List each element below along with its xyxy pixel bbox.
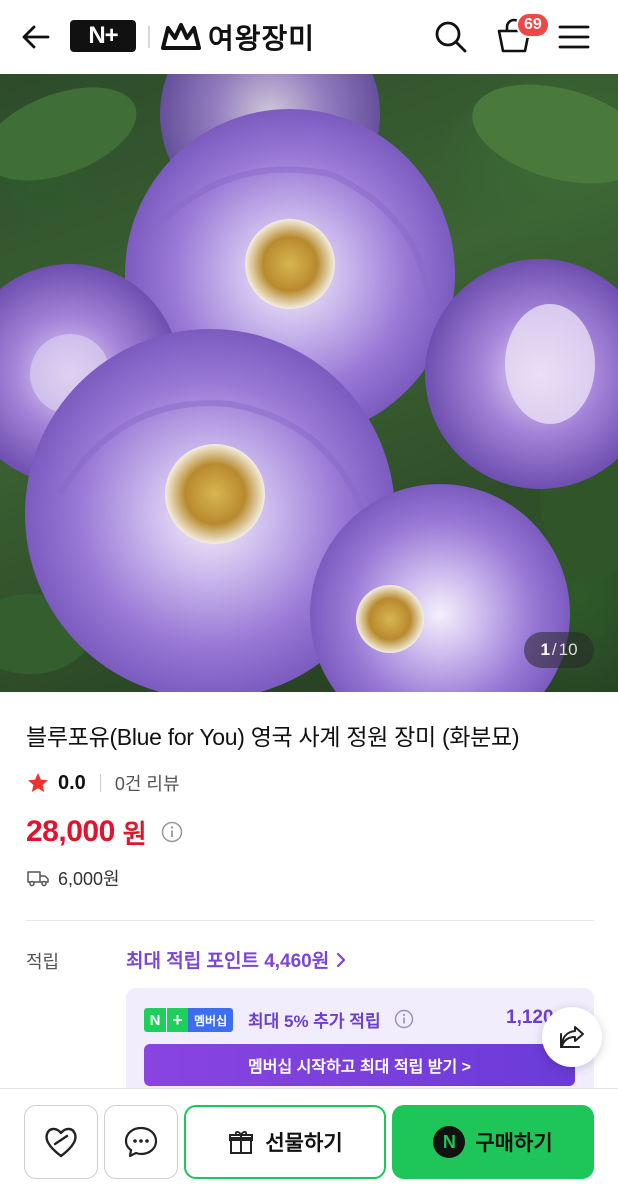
- image-counter-separator: /: [551, 640, 557, 659]
- membership-rate: 최대 5% 추가 적립: [248, 1012, 381, 1031]
- rose-photo: [0, 74, 618, 692]
- search-icon[interactable]: [432, 18, 470, 56]
- crown-icon: [161, 23, 201, 50]
- naver-plus-logo[interactable]: N+: [70, 20, 136, 52]
- shipping-fee: 6,000원: [58, 869, 120, 889]
- plus-icon: +: [166, 1008, 188, 1032]
- rating-value: 0.0: [58, 771, 86, 794]
- image-counter: 1 / 10: [524, 632, 594, 668]
- back-arrow-icon[interactable]: [18, 20, 54, 54]
- top-header: N+ 여왕장미 69: [0, 0, 618, 74]
- rating-divider: [99, 774, 101, 792]
- price-row: 28,000 원: [26, 810, 183, 854]
- store-logo[interactable]: 여왕장미: [160, 18, 315, 56]
- rating-row[interactable]: 0.0 0건 리뷰: [26, 768, 180, 798]
- points-label: 적립: [26, 952, 60, 972]
- image-counter-current: 1: [540, 640, 550, 659]
- share-icon: [560, 1026, 584, 1048]
- chevron-right-icon: [337, 952, 346, 967]
- wishlist-button[interactable]: [24, 1105, 98, 1179]
- buy-button[interactable]: N 구매하기: [392, 1105, 594, 1179]
- header-divider: [148, 26, 150, 48]
- info-icon[interactable]: [394, 1009, 414, 1029]
- max-points-link[interactable]: 최대 적립 포인트 4,460원: [126, 946, 347, 973]
- gift-label: 선물하기: [265, 1132, 343, 1155]
- naver-plus-membership-badge: N + 멤버십: [144, 1008, 234, 1032]
- chat-bubble-icon: [124, 1126, 158, 1158]
- talk-button[interactable]: [104, 1105, 178, 1179]
- membership-badge-label: 멤버십: [188, 1008, 234, 1032]
- membership-cta-button[interactable]: 멤버십 시작하고 최대 적립 받기 >: [144, 1044, 575, 1086]
- section-divider: [26, 920, 594, 921]
- image-counter-total: 10: [558, 640, 578, 659]
- buy-label: 구매하기: [475, 1132, 553, 1155]
- bottom-action-bar: 선물하기 N 구매하기: [0, 1088, 618, 1200]
- product-image[interactable]: 1 / 10: [0, 74, 618, 692]
- gift-button[interactable]: 선물하기: [184, 1105, 386, 1179]
- price-unit: 원: [122, 818, 147, 849]
- store-name: 여왕장미: [208, 23, 316, 54]
- naver-pay-icon: N: [433, 1126, 466, 1158]
- price-value: 28,000: [26, 815, 115, 848]
- shipping-row: 6,000원: [26, 864, 120, 892]
- n-logo-icon: N: [144, 1008, 166, 1032]
- share-button[interactable]: [542, 1007, 602, 1067]
- heart-icon: [45, 1127, 77, 1158]
- membership-box: N + 멤버십 최대 5% 추가 적립 1,120 멤버십 시작하고 최대 적립…: [126, 988, 594, 1098]
- cart-count-badge: 69: [516, 12, 550, 38]
- star-icon: [28, 773, 48, 792]
- menu-icon[interactable]: [556, 20, 592, 54]
- gift-icon: [229, 1130, 254, 1154]
- review-count[interactable]: 0건 리뷰: [115, 770, 180, 796]
- info-icon[interactable]: [161, 821, 183, 843]
- truck-icon: [27, 871, 49, 887]
- product-title: 블루포유(Blue for You) 영국 사계 정원 장미 (화분묘): [26, 724, 520, 750]
- max-points-text: 최대 적립 포인트 4,460원: [126, 951, 330, 972]
